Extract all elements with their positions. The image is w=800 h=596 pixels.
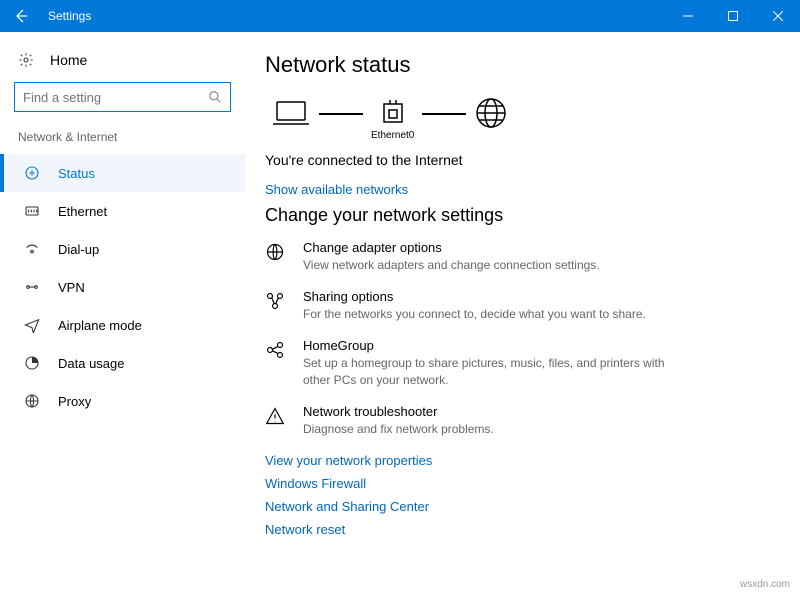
titlebar: Settings xyxy=(0,0,800,32)
option-title: Network troubleshooter xyxy=(303,404,494,419)
vpn-icon xyxy=(22,279,42,295)
option-title: Change adapter options xyxy=(303,240,600,255)
option-sub: View network adapters and change connect… xyxy=(303,257,600,273)
sharing-icon xyxy=(265,289,291,322)
link-properties[interactable]: View your network properties xyxy=(265,453,760,468)
option-homegroup[interactable]: HomeGroup Set up a homegroup to share pic… xyxy=(265,338,760,387)
sidebar-item-datausage[interactable]: Data usage xyxy=(0,344,245,382)
dialup-icon xyxy=(22,241,42,257)
minimize-button[interactable] xyxy=(665,0,710,32)
search-box[interactable] xyxy=(14,82,231,112)
minimize-icon xyxy=(683,11,693,21)
subheading: Change your network settings xyxy=(265,205,760,226)
close-button[interactable] xyxy=(755,0,800,32)
proxy-icon xyxy=(22,393,42,409)
main-panel: Network status Ethernet0 You're connecte… xyxy=(245,32,800,596)
sidebar-item-status[interactable]: Status xyxy=(0,154,245,192)
status-icon xyxy=(22,165,42,181)
nav-label: VPN xyxy=(58,280,85,295)
datausage-icon xyxy=(22,355,42,371)
nav-label: Data usage xyxy=(58,356,125,371)
network-diagram: Ethernet0 xyxy=(265,96,760,144)
search-icon xyxy=(208,90,222,104)
home-button[interactable]: Home xyxy=(0,46,245,82)
diagram-caption: Ethernet0 xyxy=(371,130,414,142)
option-title: HomeGroup xyxy=(303,338,673,353)
nav-label: Proxy xyxy=(58,394,91,409)
sidebar-item-airplane[interactable]: Airplane mode xyxy=(0,306,245,344)
maximize-button[interactable] xyxy=(710,0,755,32)
option-title: Sharing options xyxy=(303,289,646,304)
globe-icon xyxy=(474,96,508,130)
nav-label: Dial-up xyxy=(58,242,99,257)
nav-label: Status xyxy=(58,166,95,181)
back-button[interactable] xyxy=(0,0,42,32)
homegroup-icon xyxy=(265,338,291,387)
page-title: Network status xyxy=(265,52,760,78)
gear-icon xyxy=(18,52,36,68)
ethernet-icon xyxy=(22,203,42,219)
sidebar-item-dialup[interactable]: Dial-up xyxy=(0,230,245,268)
home-label: Home xyxy=(50,52,87,68)
option-sharing[interactable]: Sharing options For the networks you conn… xyxy=(265,289,760,322)
nav-label: Airplane mode xyxy=(58,318,142,333)
warning-icon xyxy=(265,404,291,437)
sidebar-item-proxy[interactable]: Proxy xyxy=(0,382,245,420)
link-reset[interactable]: Network reset xyxy=(265,522,760,537)
search-input[interactable] xyxy=(23,90,208,105)
window-title: Settings xyxy=(42,9,665,23)
option-troubleshoot[interactable]: Network troubleshooter Diagnose and fix n… xyxy=(265,404,760,437)
option-sub: Set up a homegroup to share pictures, mu… xyxy=(303,355,673,387)
section-label: Network & Internet xyxy=(0,126,245,154)
maximize-icon xyxy=(728,11,738,21)
link-sharing-center[interactable]: Network and Sharing Center xyxy=(265,499,760,514)
computer-icon xyxy=(271,98,311,128)
option-sub: For the networks you connect to, decide … xyxy=(303,306,646,322)
link-firewall[interactable]: Windows Firewall xyxy=(265,476,760,491)
link-show-networks[interactable]: Show available networks xyxy=(265,182,760,197)
airplane-icon xyxy=(22,317,42,333)
connection-status: You're connected to the Internet xyxy=(265,152,760,168)
globe-small-icon xyxy=(265,240,291,273)
sidebar-item-vpn[interactable]: VPN xyxy=(0,268,245,306)
sidebar-item-ethernet[interactable]: Ethernet xyxy=(0,192,245,230)
option-sub: Diagnose and fix network problems. xyxy=(303,421,494,437)
arrow-left-icon xyxy=(13,8,29,24)
watermark: wsxdn.com xyxy=(740,579,790,590)
adapter-icon xyxy=(380,98,406,128)
option-adapter[interactable]: Change adapter options View network adapt… xyxy=(265,240,760,273)
sidebar: Home Network & Internet Status Ethernet … xyxy=(0,32,245,596)
close-icon xyxy=(773,11,783,21)
nav-label: Ethernet xyxy=(58,204,107,219)
